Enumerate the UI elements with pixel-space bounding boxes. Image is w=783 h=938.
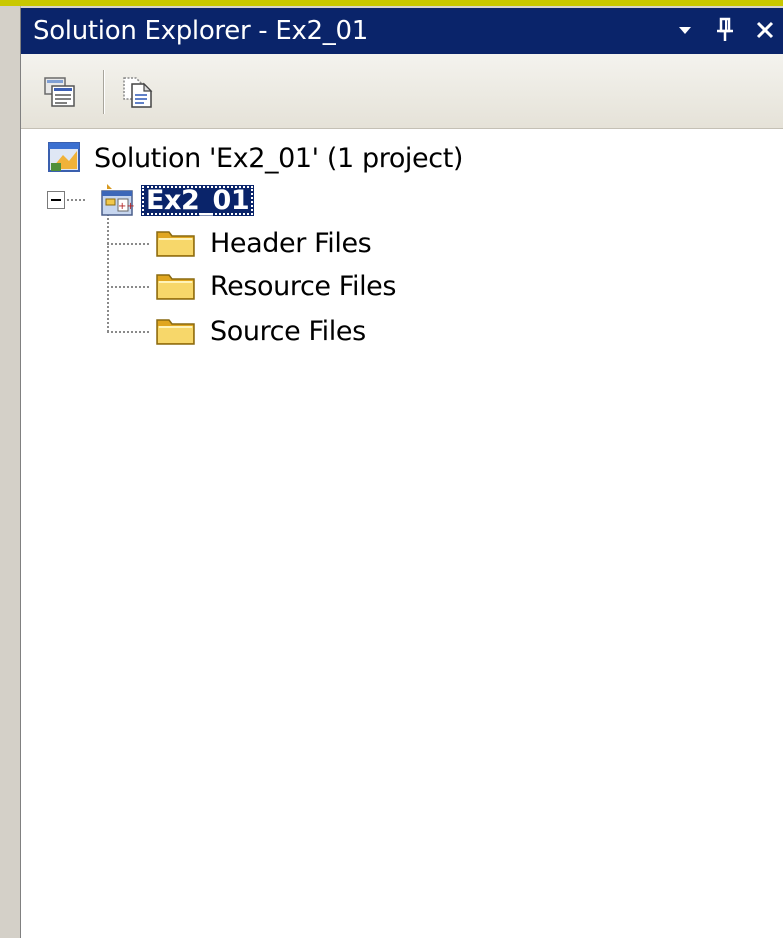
tree-node-project[interactable]: ++ Ex2_01 <box>99 180 255 220</box>
toolbar-separator <box>103 70 105 114</box>
close-icon <box>756 21 774 39</box>
folder-label: Source Files <box>210 315 366 347</box>
tree-node-folder[interactable]: Header Files <box>155 223 376 263</box>
properties-icon <box>44 77 75 107</box>
close-button[interactable] <box>750 14 780 46</box>
solution-explorer-panel: Solution Explorer - Ex2_01 Solution 'Ex2… <box>20 8 783 938</box>
tree-connector-vertical <box>107 210 109 332</box>
title-bar-buttons <box>670 14 780 46</box>
pin-icon <box>717 17 733 41</box>
window-title: Solution Explorer - Ex2_01 <box>33 16 368 46</box>
project-collapse-toggle[interactable] <box>47 191 65 209</box>
auto-hide-pin-button[interactable] <box>710 14 740 46</box>
cpp-project-icon: ++ <box>101 184 135 216</box>
title-bar[interactable]: Solution Explorer - Ex2_01 <box>21 8 783 54</box>
show-all-files-icon <box>123 77 153 108</box>
top-accent-strip <box>0 0 783 6</box>
properties-button[interactable] <box>39 72 81 112</box>
window-position-dropdown-button[interactable] <box>670 14 700 46</box>
solution-tree: Solution 'Ex2_01' (1 project) ++ Ex2_01 … <box>21 128 783 938</box>
folder-label: Resource Files <box>210 270 397 302</box>
dropdown-arrow-icon <box>679 27 691 34</box>
folder-icon <box>156 274 195 300</box>
tree-node-folder[interactable]: Resource Files <box>155 266 401 306</box>
folder-icon <box>156 319 195 345</box>
tree-connector-horizontal <box>107 243 149 245</box>
folder-label: Header Files <box>210 227 372 259</box>
tree-connector-horizontal <box>107 331 149 333</box>
solution-icon <box>48 142 80 172</box>
tree-node-folder[interactable]: Source Files <box>155 311 371 351</box>
folder-icon <box>156 231 195 257</box>
svg-text:++: ++ <box>118 201 135 212</box>
solution-label: Solution 'Ex2_01' (1 project) <box>94 142 464 174</box>
show-all-files-button[interactable] <box>117 72 159 112</box>
tree-connector-horizontal <box>107 286 149 288</box>
left-dock-edge <box>0 6 21 938</box>
toolbar <box>21 54 783 129</box>
project-label: Ex2_01 <box>141 184 255 216</box>
tree-node-solution[interactable]: Solution 'Ex2_01' (1 project) <box>47 136 468 180</box>
